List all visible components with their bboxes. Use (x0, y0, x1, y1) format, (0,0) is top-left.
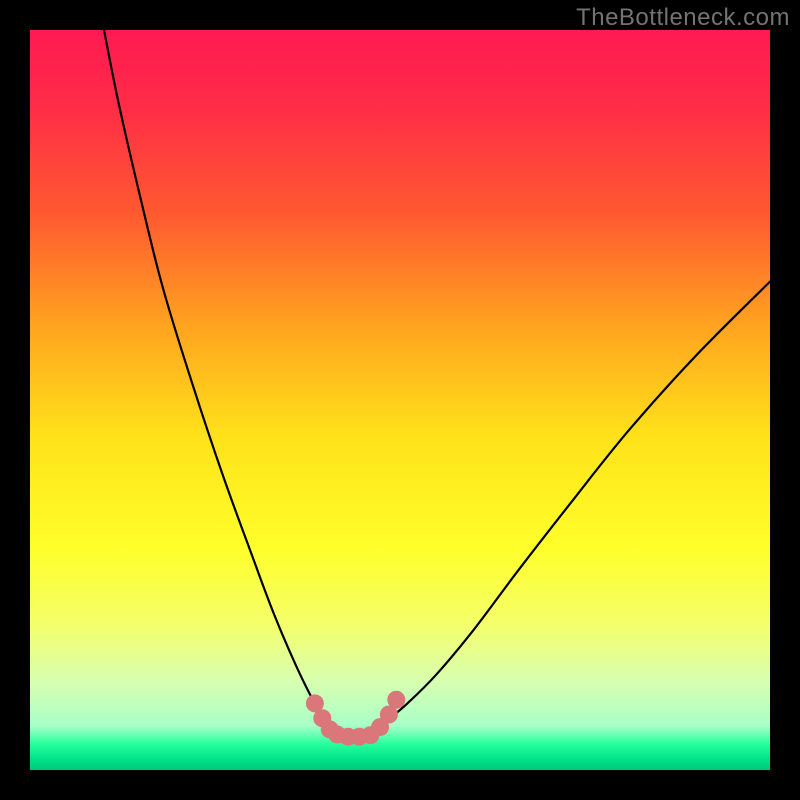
watermark-text: TheBottleneck.com (576, 4, 790, 32)
valley-marker (387, 691, 405, 709)
chart-plot-area (30, 30, 770, 770)
gradient-background (30, 30, 770, 770)
chart-frame: TheBottleneck.com (0, 0, 800, 800)
chart-svg (30, 30, 770, 770)
